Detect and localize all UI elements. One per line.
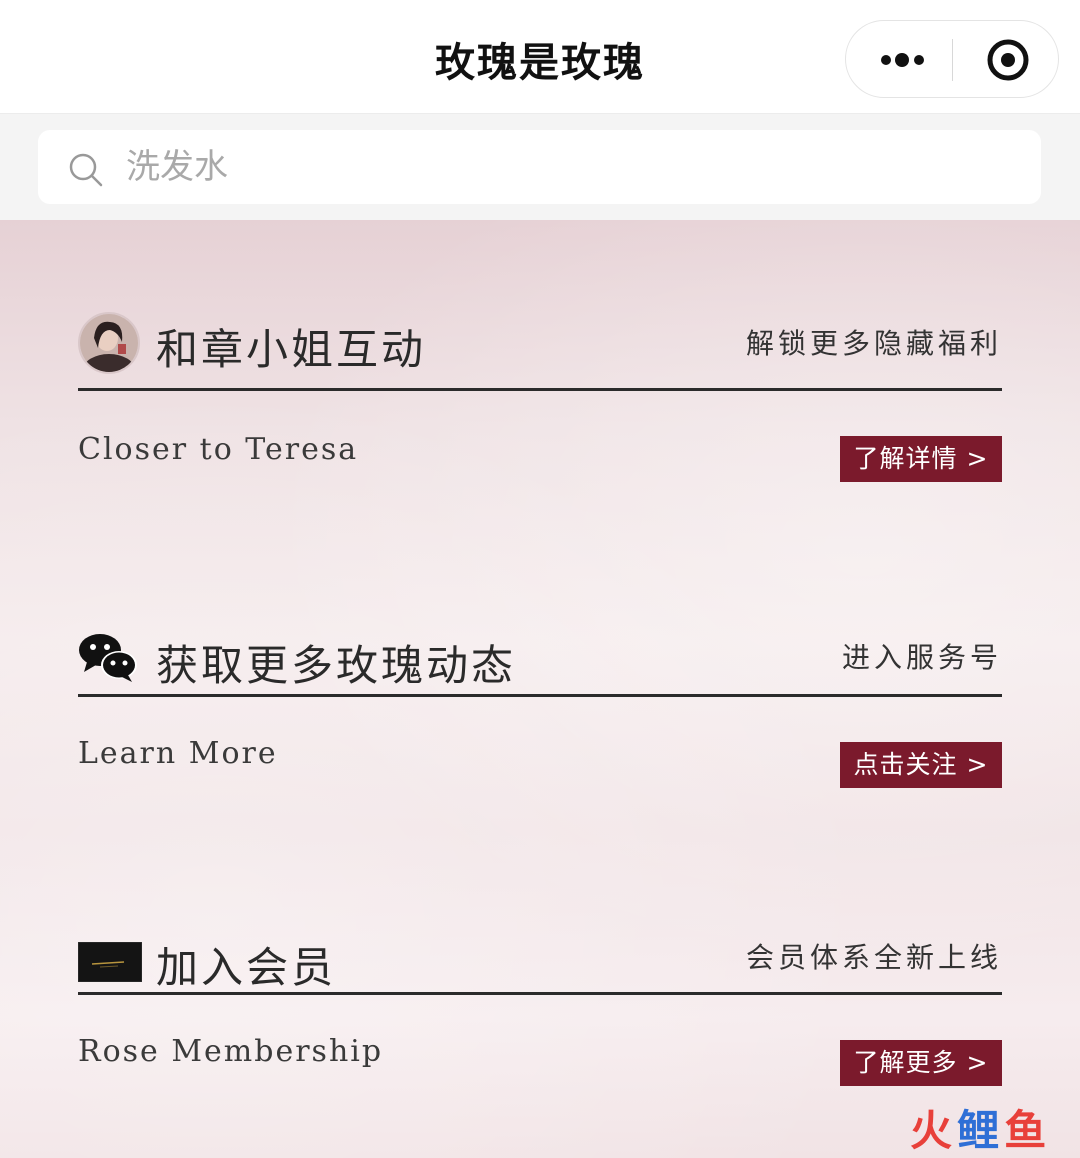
follow-button[interactable]: 点击关注 >: [840, 742, 1002, 788]
section-membership: 加入会员 会员体系全新上线 Rose Membership 了解更多 >: [77, 934, 1002, 1114]
content-area: 和章小姐互动 解锁更多隐藏福利 Closer to Teresa 了解详情 >: [0, 220, 1080, 1158]
section-hint: 进入服务号: [841, 641, 1002, 674]
watermark-char: 火: [910, 1106, 953, 1155]
learn-details-button[interactable]: 了解详情 >: [840, 436, 1002, 482]
section-subtitle: Rose Membership: [78, 1034, 384, 1069]
capsule-divider: [952, 39, 953, 81]
learn-more-button[interactable]: 了解更多 >: [840, 1040, 1002, 1086]
section-subtitle: Learn More: [78, 736, 278, 771]
section-title: 加入会员: [156, 943, 337, 992]
avatar: [78, 312, 140, 374]
search-icon: [69, 153, 103, 187]
more-dots-icon: [881, 53, 924, 67]
title-bar: 玫瑰是玫瑰: [0, 0, 1080, 114]
watermark-char: 鱼: [1004, 1106, 1047, 1155]
section-subtitle: Closer to Teresa: [78, 432, 359, 467]
section-divider: [78, 388, 1002, 391]
section-title: 获取更多玫瑰动态: [156, 641, 517, 690]
section-hint: 解锁更多隐藏福利: [745, 327, 1002, 360]
section-hint: 会员体系全新上线: [745, 941, 1002, 974]
mini-program-page: 玫瑰是玫瑰 洗发水 和章小姐互动 解锁更多隐藏福利 Closer to Tere…: [0, 0, 1080, 1158]
wechat-icon: [78, 632, 138, 688]
more-button[interactable]: [864, 31, 944, 89]
section-divider: [78, 694, 1002, 697]
search-input[interactable]: [124, 138, 1008, 196]
search-box[interactable]: [38, 130, 1041, 204]
section-title: 和章小姐互动: [156, 325, 427, 374]
section-interact: 和章小姐互动 解锁更多隐藏福利 Closer to Teresa 了解详情 >: [78, 312, 1002, 492]
capsule-menu: [845, 20, 1059, 98]
section-follow: 获取更多玫瑰动态 进入服务号 Learn More 点击关注 >: [78, 628, 1002, 808]
watermark-char: 鲤: [957, 1106, 1000, 1155]
watermark-logo: 火 鲤 鱼: [910, 1108, 1070, 1154]
section-divider: [78, 992, 1002, 995]
search-area: [0, 114, 1080, 220]
target-close-icon: [987, 39, 1029, 81]
membership-card-icon: [77, 941, 143, 986]
close-button[interactable]: [966, 31, 1046, 89]
